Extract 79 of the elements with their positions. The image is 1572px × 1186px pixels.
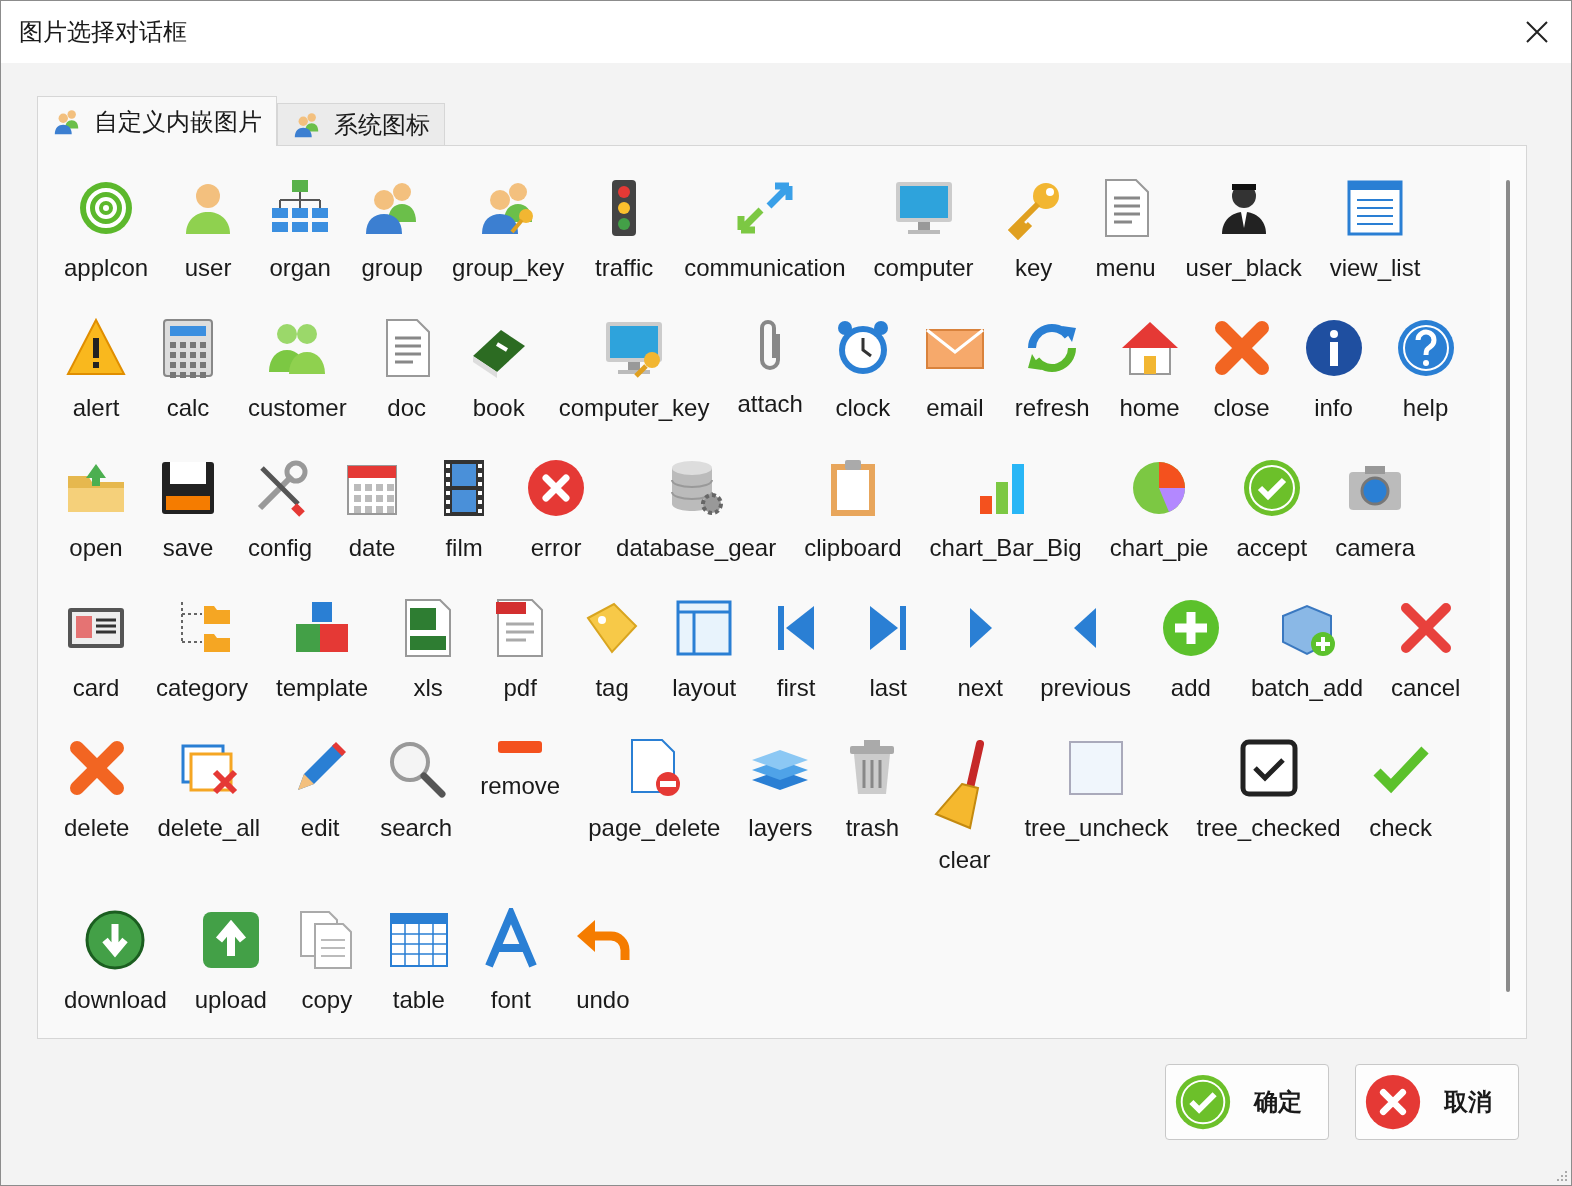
- icon-label: clock: [835, 394, 891, 422]
- icon-label: info: [1314, 394, 1353, 422]
- icon-label: table: [392, 986, 445, 1014]
- icon-label: camera: [1335, 534, 1416, 562]
- icon-label: clear: [938, 846, 991, 874]
- icon-label: view_list: [1329, 254, 1421, 282]
- icon-label: doc: [387, 394, 427, 422]
- close-icon: [1525, 20, 1549, 44]
- icon-label: attach: [737, 390, 803, 418]
- icon-label: remove: [480, 772, 561, 800]
- icon-label: home: [1119, 394, 1180, 422]
- icon-label: undo: [576, 986, 630, 1014]
- icon-label: font: [490, 986, 531, 1014]
- icon-label: key: [1014, 254, 1053, 282]
- icon-label: clipboard: [804, 534, 902, 562]
- icon-label: add: [1170, 674, 1211, 702]
- tab[interactable]: 系统图标: [277, 103, 445, 145]
- icon-label: communication: [684, 254, 846, 282]
- ok-button[interactable]: 确定: [1165, 1064, 1329, 1140]
- icon-label: last: [869, 674, 907, 702]
- icon-label: upload: [194, 986, 267, 1014]
- icon-label: next: [957, 674, 1003, 702]
- icon-label: first: [776, 674, 816, 702]
- icon-label: chart_pie: [1109, 534, 1209, 562]
- icon-label: pdf: [503, 674, 537, 702]
- icon-label: card: [72, 674, 120, 702]
- icon-label: refresh: [1014, 394, 1090, 422]
- icon-label: edit: [300, 814, 340, 842]
- icon-label: chart_Bar_Big: [929, 534, 1082, 562]
- icon-label: copy: [301, 986, 353, 1014]
- icon-label: config: [248, 534, 313, 562]
- icon-label: user: [184, 254, 232, 282]
- icon-label: email: [926, 394, 984, 422]
- icon-label: group_key: [452, 254, 565, 282]
- icon-label: category: [156, 674, 249, 702]
- icon-label: search: [380, 814, 453, 842]
- window-title: 图片选择对话框: [19, 17, 187, 47]
- icon-label: computer_key: [558, 394, 710, 422]
- icon-label: trash: [845, 814, 900, 842]
- minus-icon: [496, 739, 545, 755]
- resize-grip-icon[interactable]: [1555, 1169, 1569, 1183]
- icon-label: customer: [248, 394, 347, 422]
- icon-label: previous: [1040, 674, 1131, 702]
- icon-label: download: [64, 986, 167, 1014]
- icon-label: layout: [672, 674, 737, 702]
- icon-label: traffic: [595, 254, 654, 282]
- icon-label: computer: [873, 254, 974, 282]
- icon-label: alert: [72, 394, 120, 422]
- cancel-button[interactable]: 取消: [1355, 1064, 1519, 1140]
- icon-label: database_gear: [616, 534, 777, 562]
- icon-label: open: [69, 534, 123, 562]
- icon-label: batch_add: [1250, 674, 1363, 702]
- icon-label: save: [162, 534, 214, 562]
- icon-label: applcon: [64, 254, 149, 282]
- icon-label: layers: [748, 814, 813, 842]
- icon-label: delete: [64, 814, 130, 842]
- icon-label: error: [530, 534, 582, 562]
- icon-label: xls: [413, 674, 443, 702]
- tab[interactable]: 自定义内嵌图片: [37, 96, 277, 146]
- icon-label: help: [1402, 394, 1449, 422]
- scrollbar-thumb[interactable]: [1506, 180, 1510, 992]
- icon-label: user_black: [1185, 254, 1302, 282]
- icon-label: group: [361, 254, 423, 282]
- icon-label: date: [348, 534, 396, 562]
- icon-label: book: [472, 394, 525, 422]
- icon-label: film: [445, 534, 483, 562]
- icon-label: menu: [1095, 254, 1156, 282]
- icon-label: check: [1369, 814, 1432, 842]
- icon-label: close: [1213, 394, 1270, 422]
- icon-label: calc: [166, 394, 210, 422]
- icon-label: tag: [595, 674, 629, 702]
- icon-label: page_delete: [588, 814, 721, 842]
- icon-label: delete_all: [157, 814, 261, 842]
- icon-label: tree_checked: [1196, 814, 1341, 842]
- icon-label: tree_uncheck: [1024, 814, 1169, 842]
- icon-label: organ: [269, 254, 331, 282]
- icon-label: cancel: [1391, 674, 1461, 702]
- icon-label: accept: [1236, 534, 1308, 562]
- icon-label: template: [276, 674, 369, 702]
